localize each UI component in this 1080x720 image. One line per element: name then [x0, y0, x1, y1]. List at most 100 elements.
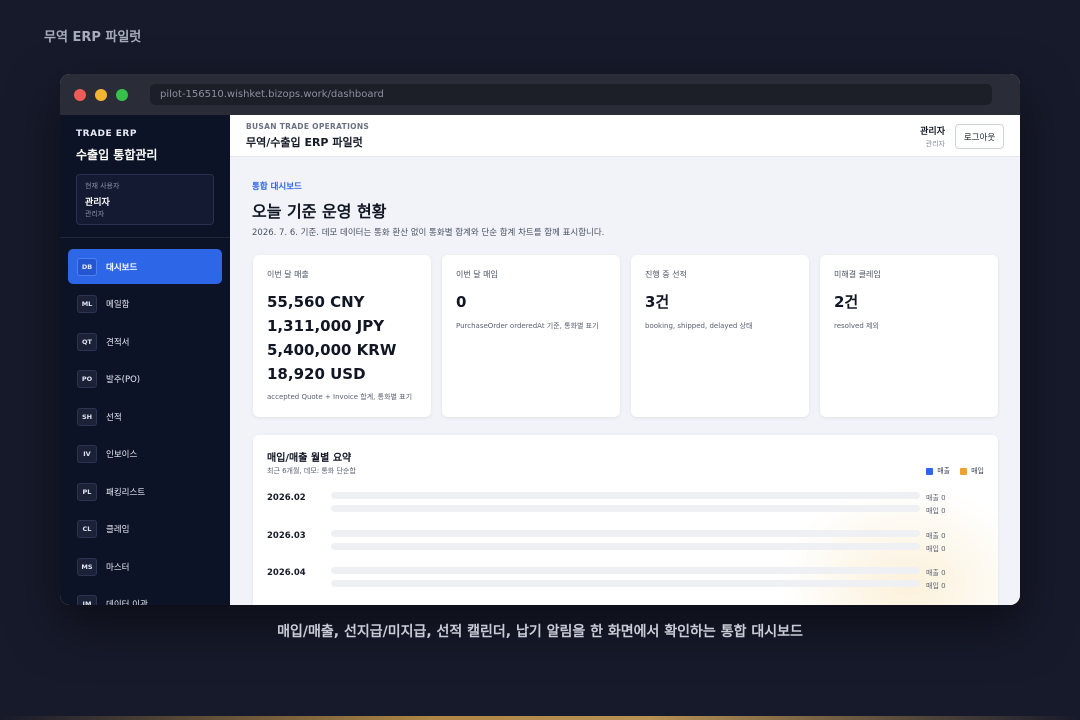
- stage-title: 무역 ERP 파일럿: [44, 30, 142, 45]
- purchase-value: 매입 0: [926, 544, 946, 553]
- sidebar-item-qt[interactable]: QT 견적서: [68, 324, 222, 359]
- card-note: resolved 제외: [834, 322, 879, 330]
- month-label: 2026.03: [267, 530, 306, 541]
- sidebar-item-cl[interactable]: CL 클레임: [68, 512, 222, 547]
- page-title: 오늘 기준 운영 현황: [252, 202, 387, 221]
- legend-label: 매입: [971, 467, 984, 475]
- brand-eyebrow: TRADE ERP: [76, 129, 137, 139]
- sidebar-item-code: SH: [77, 407, 97, 426]
- card-value: 5,400,000 KRW: [267, 341, 397, 359]
- card-values: 0: [456, 290, 466, 314]
- url-bar[interactable]: pilot-156510.wishket.bizops.work/dashboa…: [150, 84, 992, 105]
- legend-swatch-purchase: [960, 467, 968, 475]
- sidebar-item-label: 메일함: [106, 300, 130, 310]
- purchase-value: 매입 0: [926, 582, 946, 590]
- sidebar-item-code: PO: [77, 370, 97, 388]
- month-row: 2026.03 매출 0 매입 0: [267, 529, 984, 559]
- sales-value: 매출 0: [926, 531, 946, 540]
- legend-label: 매출: [937, 467, 951, 475]
- sales-value: 매출 0: [926, 494, 946, 502]
- logout-button[interactable]: 로그아웃: [955, 124, 1004, 149]
- card-note: accepted Quote + Invoice 합계, 통화별 표기: [267, 393, 413, 401]
- sidebar-item-code: MS: [77, 557, 97, 576]
- legend-swatch-sales: [926, 467, 934, 475]
- sidebar-item-db[interactable]: DB 대시보드: [68, 249, 222, 284]
- month-row: 2026.04 매출 0 매입 0: [267, 566, 984, 596]
- sidebar-item-code: DB: [77, 257, 97, 276]
- card-note: booking, shipped, delayed 상태: [645, 322, 753, 330]
- close-window-icon[interactable]: [74, 89, 86, 101]
- topbar-user-name: 관리자: [920, 127, 945, 137]
- brand-title: 수출입 통합관리: [76, 148, 158, 162]
- topbar: BUSAN TRADE OPERATIONS 무역/수출입 ERP 파일럿 관리…: [230, 115, 1020, 157]
- card-label: 이번 달 매입: [456, 270, 498, 279]
- topbar-eyebrow: BUSAN TRADE OPERATIONS: [246, 122, 370, 131]
- browser-window: pilot-156510.wishket.bizops.work/dashboa…: [60, 74, 1020, 605]
- sidebar-item-label: 발주(PO): [106, 375, 141, 385]
- sidebar-item-code: IM: [77, 595, 97, 605]
- card-values: 3건: [645, 290, 669, 314]
- sidebar-item-po[interactable]: PO 발주(PO): [68, 362, 222, 397]
- sidebar: TRADE ERP 수출입 통합관리 현재 사용자 관리자 관리자 DB 대시보드…: [60, 115, 230, 605]
- sales-bar-track: [331, 567, 920, 574]
- sidebar-item-code: IV: [77, 445, 97, 463]
- maximize-window-icon[interactable]: [116, 89, 128, 101]
- sidebar-item-label: 대시보드: [106, 262, 138, 273]
- monthly-summary-panel: 매입/매출 월별 요약 최근 6개월, 데모: 통화 단순합 매출 매입 202…: [253, 435, 998, 605]
- panel-subtitle: 최근 6개월, 데모: 통화 단순합: [267, 467, 356, 475]
- purchase-value: 매입 0: [926, 507, 946, 515]
- card-value: 3건: [645, 293, 670, 311]
- card-value: 2건: [834, 293, 859, 311]
- card-label: 이번 달 매출: [267, 270, 309, 279]
- month-label: 2026.04: [267, 568, 306, 578]
- topbar-user: 관리자 관리자: [920, 124, 945, 149]
- sales-bar-track: [331, 492, 920, 499]
- chart-legend: 매출 매입: [916, 466, 984, 476]
- browser-chrome: pilot-156510.wishket.bizops.work/dashboa…: [60, 74, 1020, 115]
- current-user-role: 관리자: [85, 210, 105, 218]
- month-row: 2026.02 매출 0 매입 0: [267, 491, 984, 521]
- card-value: 55,560 CNY: [267, 293, 365, 311]
- current-user-box: 현재 사용자 관리자 관리자: [76, 174, 214, 225]
- card-monthly-purchase: 이번 달 매입 0 PurchaseOrder orderedAt 기준, 통화…: [442, 255, 620, 417]
- card-label: 진행 중 선적: [645, 270, 687, 279]
- card-value: 18,920 USD: [267, 365, 366, 383]
- caption: 매입/매출, 선지급/미지급, 선적 캘린더, 납기 알림을 한 화면에서 확인…: [277, 624, 803, 640]
- sidebar-item-ml[interactable]: ML 메일함: [68, 287, 222, 322]
- main-content: BUSAN TRADE OPERATIONS 무역/수출입 ERP 파일럿 관리…: [230, 115, 1020, 605]
- sidebar-item-code: QT: [77, 332, 97, 351]
- sidebar-item-code: ML: [77, 295, 97, 313]
- sidebar-item-label: 패킹리스트: [106, 487, 146, 498]
- sidebar-item-sh[interactable]: SH 선적: [68, 399, 222, 434]
- sales-bar-track: [331, 529, 920, 537]
- card-label: 미해결 클레임: [834, 270, 881, 279]
- sidebar-item-ms[interactable]: MS 마스터: [68, 549, 222, 584]
- minimize-window-icon[interactable]: [95, 89, 107, 101]
- purchase-bar-track: [331, 580, 920, 587]
- topbar-title: 무역/수출입 ERP 파일럿: [246, 136, 363, 149]
- sidebar-item-im[interactable]: IM 데이터 이관: [68, 587, 222, 605]
- sidebar-item-label: 클레임: [106, 525, 130, 535]
- card-open-claims: 미해결 클레임 2건 resolved 제외: [820, 255, 998, 417]
- current-user-caption: 현재 사용자: [85, 182, 120, 190]
- sidebar-item-label: 인보이스: [106, 450, 138, 460]
- sidebar-item-pl[interactable]: PL 패킹리스트: [68, 474, 222, 509]
- purchase-bar-track: [331, 505, 920, 512]
- sidebar-item-code: PL: [77, 482, 97, 501]
- sidebar-item-label: 마스터: [106, 562, 130, 573]
- legend-item-sales: 매출: [926, 466, 950, 476]
- sidebar-nav: DB 대시보드 ML 메일함 QT 견적서 PO 발주(PO) SH 선적 IV 인보이스 PL 패킹리스…: [68, 249, 222, 605]
- card-value: 0: [456, 293, 467, 311]
- card-values: 55,560 CNY 1,311,000 JPY 5,400,000 KRW 1…: [267, 290, 396, 386]
- current-user-name: 관리자: [85, 198, 110, 208]
- purchase-bar-track: [331, 542, 920, 550]
- month-label: 2026.02: [267, 493, 306, 503]
- panel-title: 매입/매출 월별 요약: [267, 453, 352, 464]
- page-eyebrow: 통합 대시보드: [252, 182, 302, 192]
- sidebar-item-iv[interactable]: IV 인보이스: [68, 437, 222, 472]
- sidebar-item-label: 데이터 이관: [106, 600, 148, 605]
- page-description: 2026. 7. 6. 기준. 데모 데이터는 통화 환산 없이 통화별 합계와…: [252, 228, 605, 238]
- legend-item-purchase: 매입: [960, 466, 984, 476]
- card-active-shipments: 진행 중 선적 3건 booking, shipped, delayed 상태: [631, 255, 809, 417]
- sidebar-item-label: 선적: [106, 412, 122, 423]
